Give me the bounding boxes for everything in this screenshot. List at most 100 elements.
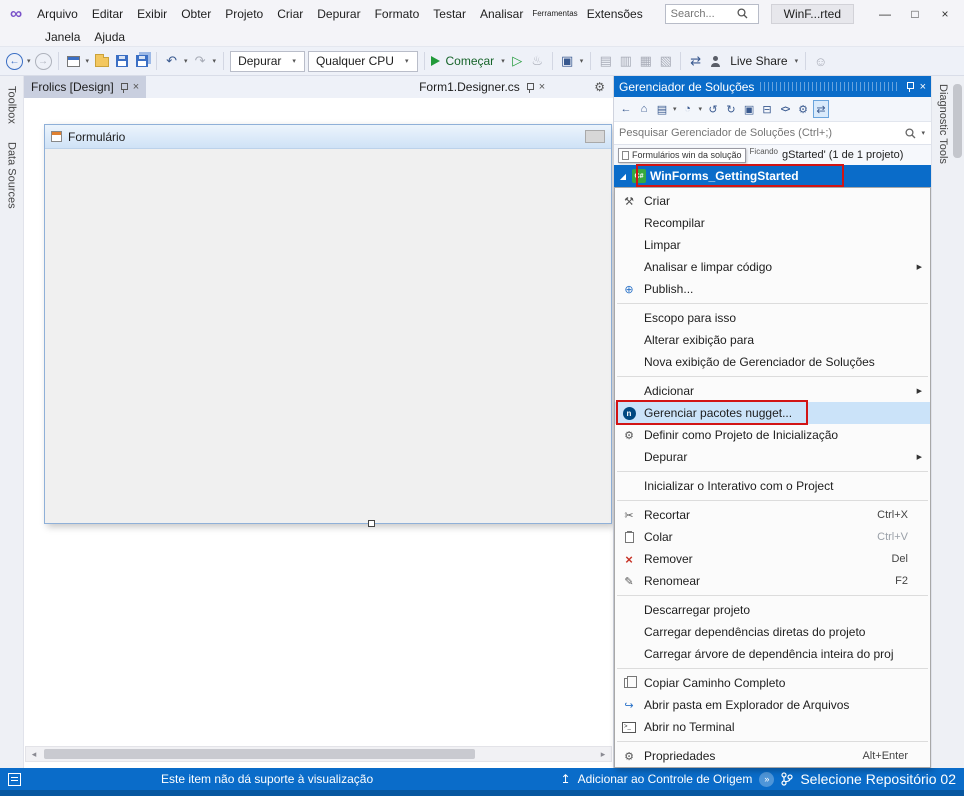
menu-item-descarregar-projeto[interactable]: Descarregar projeto [615,599,930,621]
back-dropdown-icon[interactable]: ▾ [27,57,31,65]
menu-item-colar[interactable]: Colar Ctrl+V [615,526,930,548]
nest-files-icon[interactable]: ▣ [741,100,757,118]
menu-item-depurar[interactable]: Depurar ▶ [615,446,930,468]
menu-ajuda[interactable]: Ajuda [87,28,132,46]
solution-node[interactable]: Formulários win da solução Ficando gStar… [614,145,931,165]
live-share-icon[interactable] [707,51,724,71]
menu-criar[interactable]: Criar [270,5,310,23]
align-lefts-icon[interactable]: ▤ [597,51,614,71]
back-icon[interactable]: ← [618,100,634,118]
close-button[interactable]: × [930,2,960,26]
vertical-scrollbar-thumb[interactable] [953,84,962,158]
platform-combo[interactable]: Qualquer CPU ▾ [308,51,418,72]
menu-testar[interactable]: Testar [426,5,473,23]
horizontal-scrollbar[interactable]: ◂ ▸ [25,746,612,762]
properties-icon[interactable]: ⚙ [795,100,811,118]
collapse-all-icon[interactable]: ⊟ [759,100,775,118]
view-code-icon[interactable]: <> [777,100,793,118]
menu-item-escopo[interactable]: Escopo para isso [615,307,930,329]
find-dropdown-icon[interactable]: ▾ [580,57,584,65]
maximize-button[interactable]: □ [900,2,930,26]
sidebar-tab-toolbox[interactable]: Toolbox [6,86,18,124]
menu-editar[interactable]: Editar [85,5,130,23]
select-repository-button[interactable]: Selecione Repositório 02 [800,771,956,787]
pin-icon[interactable] [905,81,914,92]
preview-selected-icon[interactable]: ⇄ [813,100,829,118]
tab-form1-designer[interactable]: Form1.Designer.cs × [412,76,552,98]
menu-item-gerenciar-pacotes-nuget[interactable]: n Gerenciar pacotes nugget... [615,402,930,424]
navigate-forward-icon[interactable]: → [35,53,52,70]
designed-form-titlebar[interactable]: Formulário [45,125,611,149]
solution-explorer-header[interactable]: Gerenciador de Soluções × [614,76,931,97]
designed-form[interactable]: Formulário [44,124,612,524]
hot-reload-icon[interactable]: ♨ [529,51,546,71]
tab-close-icon[interactable]: × [539,81,545,93]
pending-dropdown-icon[interactable]: ▾ [699,105,703,113]
menu-analisar[interactable]: Analisar [473,5,530,23]
menu-arquivo[interactable]: Arquivo [30,5,85,23]
menu-obter[interactable]: Obter [174,5,218,23]
sign-in-icon[interactable]: ⇄ [687,51,704,71]
quick-search[interactable] [665,4,759,24]
menu-item-definir-projeto-inicializacao[interactable]: ⚙ Definir como Projeto de Inicialização [615,424,930,446]
save-all-icon[interactable] [133,51,150,71]
undo-icon[interactable]: ↶ [163,51,180,71]
menu-item-carregar-dependencias-diretas[interactable]: Carregar dependências diretas do projeto [615,621,930,643]
menu-item-propriedades[interactable]: ⚙ Propriedades Alt+Enter [615,745,930,767]
home-icon[interactable]: ⌂ [636,100,652,118]
menu-formato[interactable]: Formato [368,5,427,23]
scrollbar-track[interactable] [42,747,595,761]
live-share-dropdown-icon[interactable]: ▾ [795,57,799,65]
pin-icon[interactable] [119,82,128,93]
menu-item-nova-exibicao[interactable]: Nova exibição de Gerenciador de Soluções [615,351,930,373]
menu-item-carregar-arvore-dependencia[interactable]: Carregar árvore de dependência inteira d… [615,643,930,665]
tab-frolics-design[interactable]: Frolics [Design] × [24,76,146,98]
scrollbar-thumb[interactable] [44,749,475,759]
align-tops-icon[interactable]: ▧ [657,51,674,71]
live-share-label[interactable]: Live Share [730,54,787,68]
menu-projeto[interactable]: Projeto [218,5,270,23]
menu-item-abrir-pasta-explorador[interactable]: ↪ Abrir pasta em Explorador de Arquivos [615,694,930,716]
menu-janela[interactable]: Janela [38,28,87,46]
start-without-debug-icon[interactable]: ▷ [509,51,526,71]
menu-item-criar[interactable]: ⚒ Criar [615,190,930,212]
menu-item-recortar[interactable]: ✂ Recortar Ctrl+X [615,504,930,526]
minimize-button[interactable]: — [870,2,900,26]
menu-item-remover[interactable]: × Remover Del [615,548,930,570]
redo-dropdown-icon[interactable]: ▾ [213,57,217,65]
views-dropdown-icon[interactable]: ▾ [673,105,677,113]
switch-views-icon[interactable]: ▤ [654,100,670,118]
new-project-dropdown-icon[interactable]: ▾ [86,57,90,65]
debug-config-combo[interactable]: Depurar ▾ [230,51,305,72]
redo-icon[interactable]: ↷ [192,51,209,71]
output-window-icon[interactable] [8,773,21,786]
scroll-right-icon[interactable]: ▸ [595,749,611,760]
save-icon[interactable] [113,51,130,71]
menu-extensoes[interactable]: Extensões [580,5,650,23]
start-button-label[interactable]: Começar [446,54,495,68]
menu-item-analisar-limpar-codigo[interactable]: Analisar e limpar código ▶ [615,256,930,278]
find-in-files-icon[interactable]: ▣ [559,51,576,71]
make-same-size-icon[interactable]: ▦ [637,51,654,71]
sync-with-active-icon[interactable]: ↺ [705,100,721,118]
tab-options-gear-icon[interactable]: ⚙ [586,76,613,98]
sidebar-tab-data-sources[interactable]: Data Sources [6,142,18,209]
menu-item-renomear[interactable]: ✎ Renomear F2 [615,570,930,592]
pin-icon[interactable] [525,82,534,93]
repo-switch-icon[interactable]: » [759,772,774,787]
navigate-back-icon[interactable]: ← [6,53,23,70]
menu-depurar[interactable]: Depurar [310,5,367,23]
undo-dropdown-icon[interactable]: ▾ [184,57,188,65]
menu-item-abrir-no-terminal[interactable]: >_ Abrir no Terminal [615,716,930,738]
pending-changes-icon[interactable]: ◔ [680,100,696,118]
scroll-left-icon[interactable]: ◂ [26,749,42,760]
menu-item-publish[interactable]: ⊕ Publish... [615,278,930,300]
feedback-icon[interactable]: ☺ [812,51,829,71]
quick-search-input[interactable] [671,8,733,20]
menu-item-adicionar[interactable]: Adicionar ▶ [615,380,930,402]
menu-item-copiar-caminho-completo[interactable]: Copiar Caminho Completo [615,672,930,694]
start-dropdown-icon[interactable]: ▾ [501,57,505,65]
start-debug-icon[interactable] [431,56,440,66]
solution-search-input[interactable] [619,127,901,139]
new-project-icon[interactable] [65,51,82,71]
